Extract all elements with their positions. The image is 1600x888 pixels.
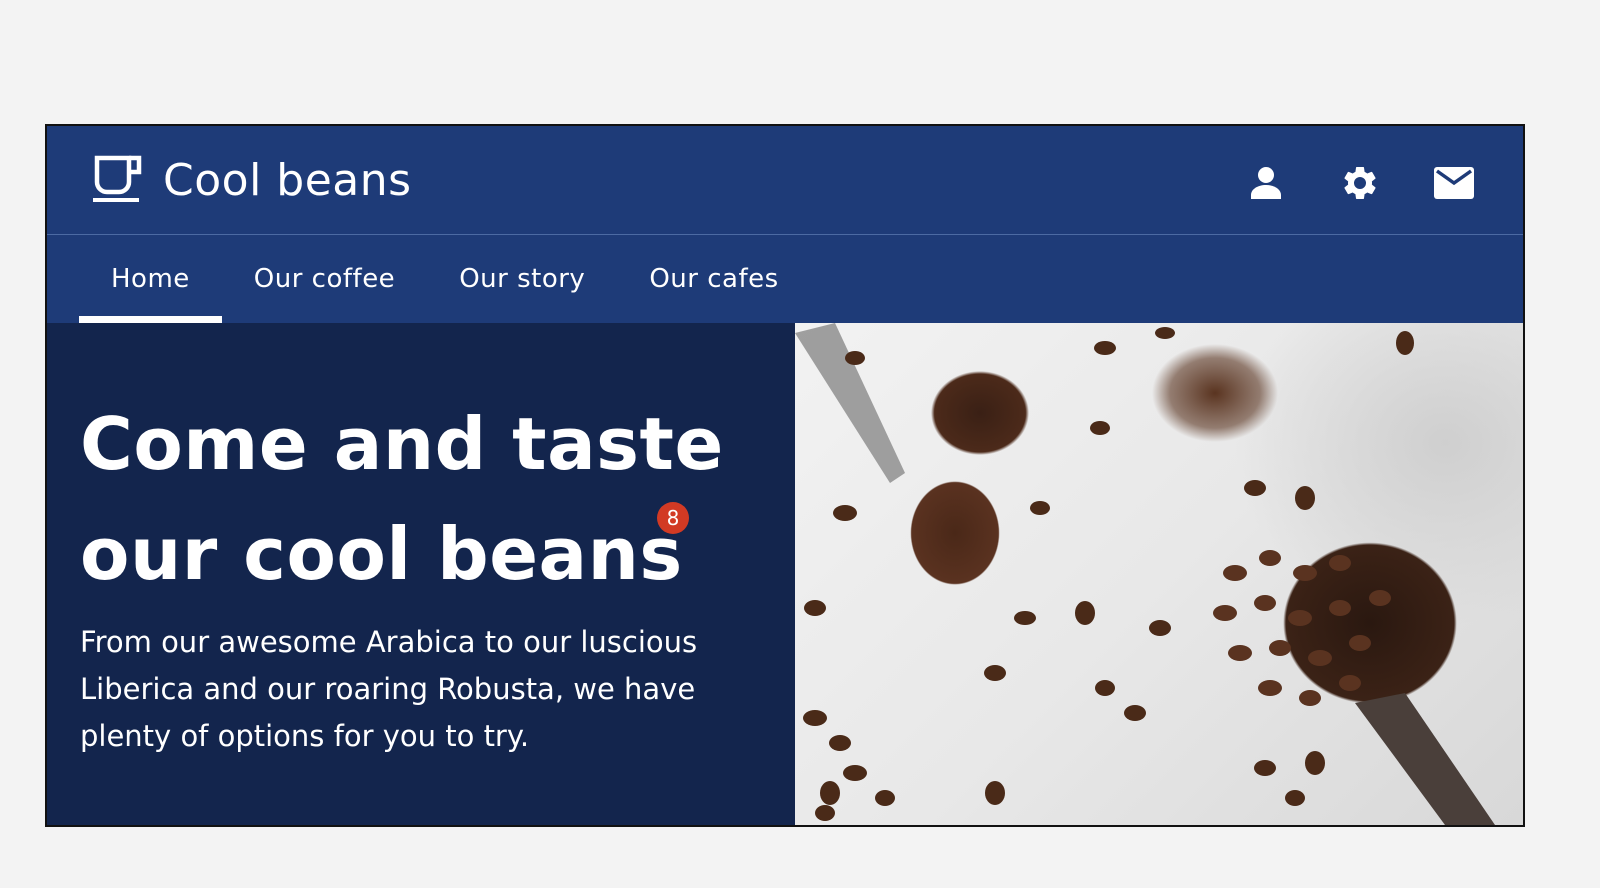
top-bar: Cool beans bbox=[47, 126, 1523, 235]
hero-title-line-2: our cool beans bbox=[80, 512, 683, 596]
tab-our-story[interactable]: Our story bbox=[427, 235, 617, 323]
app-window: Cool beans Home Our coffee Our story Our… bbox=[45, 124, 1525, 827]
mail-icon bbox=[1434, 167, 1474, 199]
hero-section: Come and taste our cool beans 8 From our… bbox=[47, 323, 1523, 825]
coffee-cup-icon bbox=[93, 155, 142, 202]
tab-our-coffee[interactable]: Our coffee bbox=[222, 235, 427, 323]
brand[interactable]: Cool beans bbox=[91, 154, 412, 206]
tab-label: Our coffee bbox=[253, 264, 396, 294]
tab-label: Home bbox=[111, 264, 190, 294]
coffee-illustration bbox=[795, 323, 1495, 825]
tab-label: Our cafes bbox=[649, 264, 779, 294]
hero-text-panel: Come and taste our cool beans 8 From our… bbox=[47, 323, 795, 825]
hero-description: From our awesome Arabica to our luscious… bbox=[80, 625, 698, 753]
tab-label: Our story bbox=[459, 264, 586, 294]
gear-icon bbox=[1344, 166, 1376, 199]
main-nav: Home Our coffee Our story Our cafes bbox=[47, 235, 1523, 323]
settings-button[interactable] bbox=[1339, 162, 1381, 204]
hero-title-line-1: Come and taste bbox=[80, 402, 724, 486]
tab-our-cafes[interactable]: Our cafes bbox=[617, 235, 810, 323]
header-actions bbox=[1245, 162, 1475, 204]
hero-title: Come and taste our cool beans bbox=[80, 389, 780, 609]
nav-tabs: Home Our coffee Our story Our cafes bbox=[79, 235, 811, 323]
hero-image bbox=[795, 323, 1523, 825]
account-button[interactable] bbox=[1245, 162, 1287, 204]
brand-name: Cool beans bbox=[163, 154, 412, 206]
messages-button[interactable] bbox=[1433, 162, 1475, 204]
tab-home[interactable]: Home bbox=[79, 235, 222, 323]
notification-badge: 8 bbox=[657, 502, 689, 534]
person-icon bbox=[1251, 167, 1281, 199]
